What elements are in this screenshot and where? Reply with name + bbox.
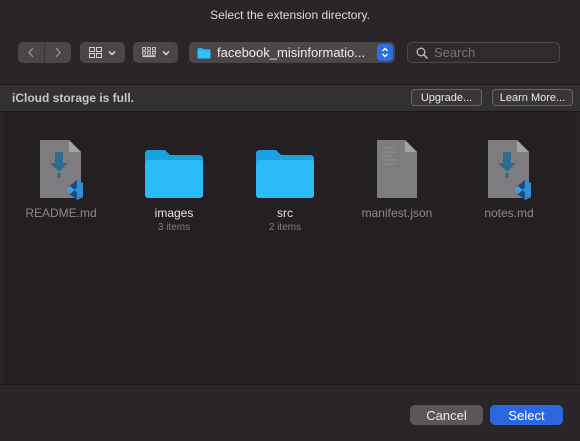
file-browser[interactable]: README.md images 3 items src 2 items man… xyxy=(4,112,576,384)
path-popup-button[interactable]: facebook_misinformatio... xyxy=(189,42,395,63)
file-item[interactable]: notes.md xyxy=(459,134,559,220)
search-input[interactable] xyxy=(434,45,554,60)
file-name: manifest.json xyxy=(361,206,433,220)
footer-divider xyxy=(0,384,580,385)
upgrade-button[interactable]: Upgrade... xyxy=(411,89,482,106)
select-button[interactable]: Select xyxy=(490,405,563,425)
folder-icon xyxy=(197,47,211,58)
folder-item[interactable]: src 2 items xyxy=(235,134,335,233)
file-name: notes.md xyxy=(484,206,534,220)
path-label: facebook_misinformatio... xyxy=(217,45,366,60)
file-name: src xyxy=(277,206,293,220)
document-icon xyxy=(377,140,417,198)
group-grid-icon xyxy=(141,47,156,58)
vscode-document-icon xyxy=(40,140,83,200)
item-count: 3 items xyxy=(157,222,191,233)
icloud-banner: iCloud storage is full. Upgrade... Learn… xyxy=(0,85,580,111)
file-name: README.md xyxy=(25,206,97,220)
toolbar: facebook_misinformatio... xyxy=(18,42,566,64)
folder-item[interactable]: images 3 items xyxy=(124,134,224,233)
file-open-dialog: Select the extension directory. facebook… xyxy=(0,0,580,441)
chevron-left-icon xyxy=(27,47,34,58)
vscode-document-icon xyxy=(488,140,531,200)
icon-view-button[interactable] xyxy=(80,42,125,63)
item-count: 2 items xyxy=(268,222,302,233)
chevron-down-icon xyxy=(161,50,170,56)
dialog-title: Select the extension directory. xyxy=(210,8,370,22)
folder-icon xyxy=(145,150,203,198)
up-down-stepper-icon xyxy=(377,44,393,61)
forward-button[interactable] xyxy=(44,42,71,63)
learn-more-button[interactable]: Learn More... xyxy=(492,89,573,106)
search-icon xyxy=(416,47,428,59)
group-view-button[interactable] xyxy=(133,42,178,63)
chevron-down-icon xyxy=(108,50,116,56)
file-item[interactable]: README.md xyxy=(11,134,111,220)
cancel-button[interactable]: Cancel xyxy=(410,405,483,425)
banner-message: iCloud storage is full. xyxy=(12,91,135,105)
search-field[interactable] xyxy=(407,42,560,63)
back-button[interactable] xyxy=(18,42,44,63)
chevron-right-icon xyxy=(55,47,62,58)
file-name: images xyxy=(154,206,194,220)
folder-icon xyxy=(256,150,314,198)
icon-grid-icon xyxy=(89,47,102,58)
nav-buttons xyxy=(18,42,71,63)
file-item[interactable]: manifest.json xyxy=(347,134,447,220)
